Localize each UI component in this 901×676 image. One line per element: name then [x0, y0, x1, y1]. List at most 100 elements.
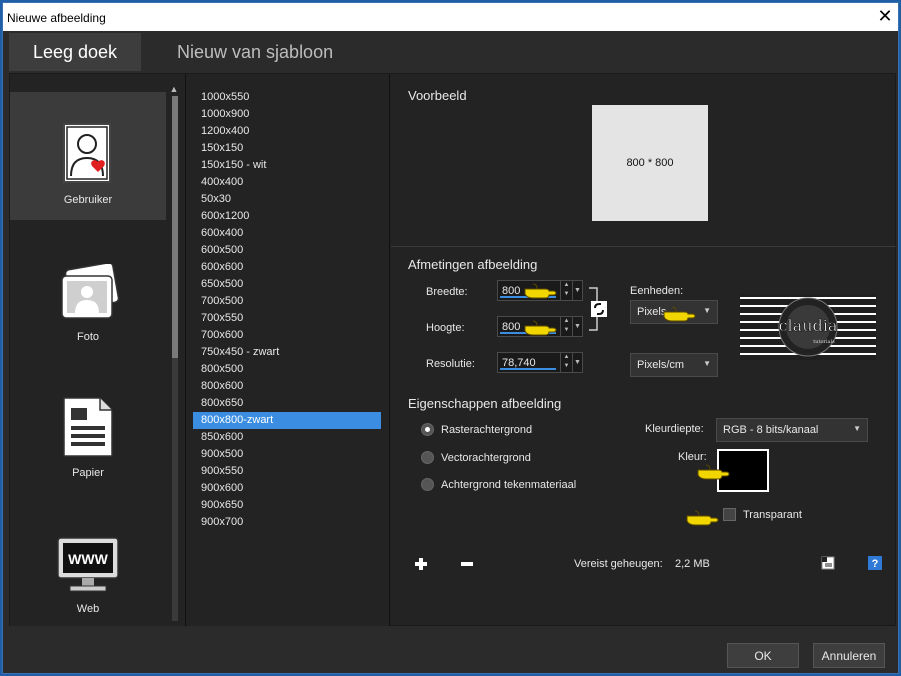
plus-icon[interactable] [413, 556, 429, 572]
preview-canvas: 800 * 800 [592, 105, 708, 221]
close-icon[interactable]: ✕ [876, 7, 894, 25]
settings-panel: Voorbeeld 800 * 800 Afmetingen afbeeldin… [391, 74, 896, 627]
list-item[interactable]: 150x150 [193, 140, 381, 157]
list-item[interactable]: 800x600 [193, 378, 381, 395]
transparent-label[interactable]: Transparant [743, 509, 802, 521]
scroll-up-icon[interactable]: ▲ [169, 84, 179, 94]
color-depth-dropdown[interactable]: RGB - 8 bits/kanaal ▼ [716, 418, 868, 442]
aspect-lock-icon[interactable] [587, 286, 611, 332]
decrement-icon[interactable]: ▼ [561, 290, 572, 299]
decrement-icon[interactable]: ▼ [561, 362, 572, 371]
list-item[interactable]: 400x400 [193, 174, 381, 191]
dropdown-icon[interactable]: ▼ [572, 317, 582, 336]
ok-button[interactable]: OK [727, 643, 799, 668]
list-item[interactable]: 700x500 [193, 293, 381, 310]
save-preset-icon[interactable] [820, 555, 836, 571]
list-item[interactable]: 900x600 [193, 480, 381, 497]
list-item[interactable]: 1200x400 [193, 123, 381, 140]
logo-text-sub: tutorials [813, 339, 835, 345]
tab-nieuw-van-sjabloon[interactable]: Nieuw van sjabloon [177, 33, 333, 71]
list-item[interactable]: 600x400 [193, 225, 381, 242]
list-item[interactable]: 50x30 [193, 191, 381, 208]
pointing-hand-icon [686, 510, 719, 526]
claudia-logo: claudia tutorials [740, 294, 876, 360]
pointing-hand-icon [524, 283, 557, 299]
list-item[interactable]: 650x500 [193, 276, 381, 293]
radio-raster-label[interactable]: Rasterachtergrond [441, 424, 532, 436]
list-item[interactable]: 600x500 [193, 242, 381, 259]
category-list: Gebruiker Foto Papier WWW Web ▲ [10, 74, 186, 627]
increment-icon[interactable]: ▲ [561, 281, 572, 290]
pointing-hand-icon [663, 306, 696, 322]
resolution-input[interactable]: 78,740 ▲ ▼ ▼ [497, 352, 583, 373]
pointing-hand-icon [697, 464, 730, 480]
list-item[interactable]: 800x500 [193, 361, 381, 378]
category-label: Foto [76, 331, 99, 343]
pointing-hand-icon [524, 320, 557, 336]
category-label: Papier [72, 467, 104, 479]
user-heart-icon [63, 123, 111, 183]
dropdown-icon[interactable]: ▼ [572, 353, 582, 372]
color-label: Kleur: [678, 451, 707, 463]
category-gebruiker[interactable]: Gebruiker [10, 92, 166, 220]
list-item[interactable]: 900x500 [193, 446, 381, 463]
list-item-selected[interactable]: 800x800-zwart [193, 412, 381, 429]
scrollbar-thumb[interactable] [172, 96, 178, 358]
window-title: Nieuwe afbeelding [7, 11, 106, 25]
memory-value: 2,2 MB [675, 558, 710, 570]
preset-list: 1000x550 1000x900 1200x400 150x150 150x1… [187, 74, 390, 627]
preview-title: Voorbeeld [408, 88, 467, 103]
list-item[interactable]: 750x450 - zwart [193, 344, 381, 361]
help-icon[interactable]: ? [867, 555, 883, 571]
button-bar: OK Annuleren [9, 626, 896, 673]
dropdown-icon[interactable]: ▼ [572, 281, 582, 300]
chevron-down-icon: ▼ [703, 306, 711, 315]
list-item[interactable]: 1000x900 [193, 106, 381, 123]
tab-leeg-doek[interactable]: Leeg doek [9, 33, 141, 71]
tab-bar: Leeg doek Nieuw van sjabloon [9, 33, 896, 71]
list-item[interactable]: 1000x550 [193, 89, 381, 106]
minus-icon[interactable] [459, 556, 475, 572]
category-web[interactable]: WWW Web [10, 506, 166, 634]
www-monitor-icon: WWW [57, 537, 119, 592]
increment-icon[interactable]: ▲ [561, 317, 572, 326]
dimensions-title: Afmetingen afbeelding [408, 257, 538, 272]
list-item[interactable]: 900x700 [193, 514, 381, 531]
document-icon [63, 397, 113, 457]
list-item[interactable]: 850x600 [193, 429, 381, 446]
list-item[interactable]: 700x550 [193, 310, 381, 327]
increment-icon[interactable]: ▲ [561, 353, 572, 362]
chevron-down-icon: ▼ [703, 359, 711, 368]
cancel-button[interactable]: Annuleren [813, 643, 885, 668]
list-item[interactable]: 150x150 - wit [193, 157, 381, 174]
units-label: Eenheden: [630, 285, 684, 297]
category-papier[interactable]: Papier [10, 370, 166, 498]
resolution-units-dropdown[interactable]: Pixels/cm ▼ [630, 353, 718, 377]
divider [391, 246, 896, 247]
list-item[interactable]: 600x600 [193, 259, 381, 276]
color-depth-value: RGB - 8 bits/kanaal [723, 424, 819, 436]
category-foto[interactable]: Foto [10, 234, 166, 362]
chevron-down-icon: ▼ [853, 424, 861, 433]
transparent-checkbox[interactable] [723, 508, 736, 521]
memory-label: Vereist geheugen: [574, 558, 663, 570]
svg-text:WWW: WWW [68, 551, 108, 567]
resolution-label: Resolutie: [426, 358, 475, 370]
category-scrollbar[interactable]: ▲ [169, 84, 179, 624]
dialog-window: Nieuwe afbeelding ✕ Leeg doek Nieuw van … [2, 2, 899, 674]
radio-vector-background[interactable] [421, 451, 434, 464]
list-item[interactable]: 600x1200 [193, 208, 381, 225]
decrement-icon[interactable]: ▼ [561, 326, 572, 335]
list-item[interactable]: 800x650 [193, 395, 381, 412]
list-item[interactable]: 900x650 [193, 497, 381, 514]
claudia-logo-image: claudia tutorials [740, 297, 876, 357]
radio-vector-label[interactable]: Vectorachtergrond [441, 452, 531, 464]
radio-raster-background[interactable] [421, 423, 434, 436]
svg-text:?: ? [872, 558, 879, 570]
content-area: Gebruiker Foto Papier WWW Web ▲ 1000x550… [9, 73, 896, 627]
radio-material-label[interactable]: Achtergrond tekenmateriaal [441, 479, 576, 491]
list-item[interactable]: 700x600 [193, 327, 381, 344]
list-item[interactable]: 900x550 [193, 463, 381, 480]
radio-material-background[interactable] [421, 478, 434, 491]
width-label: Breedte: [426, 286, 468, 298]
